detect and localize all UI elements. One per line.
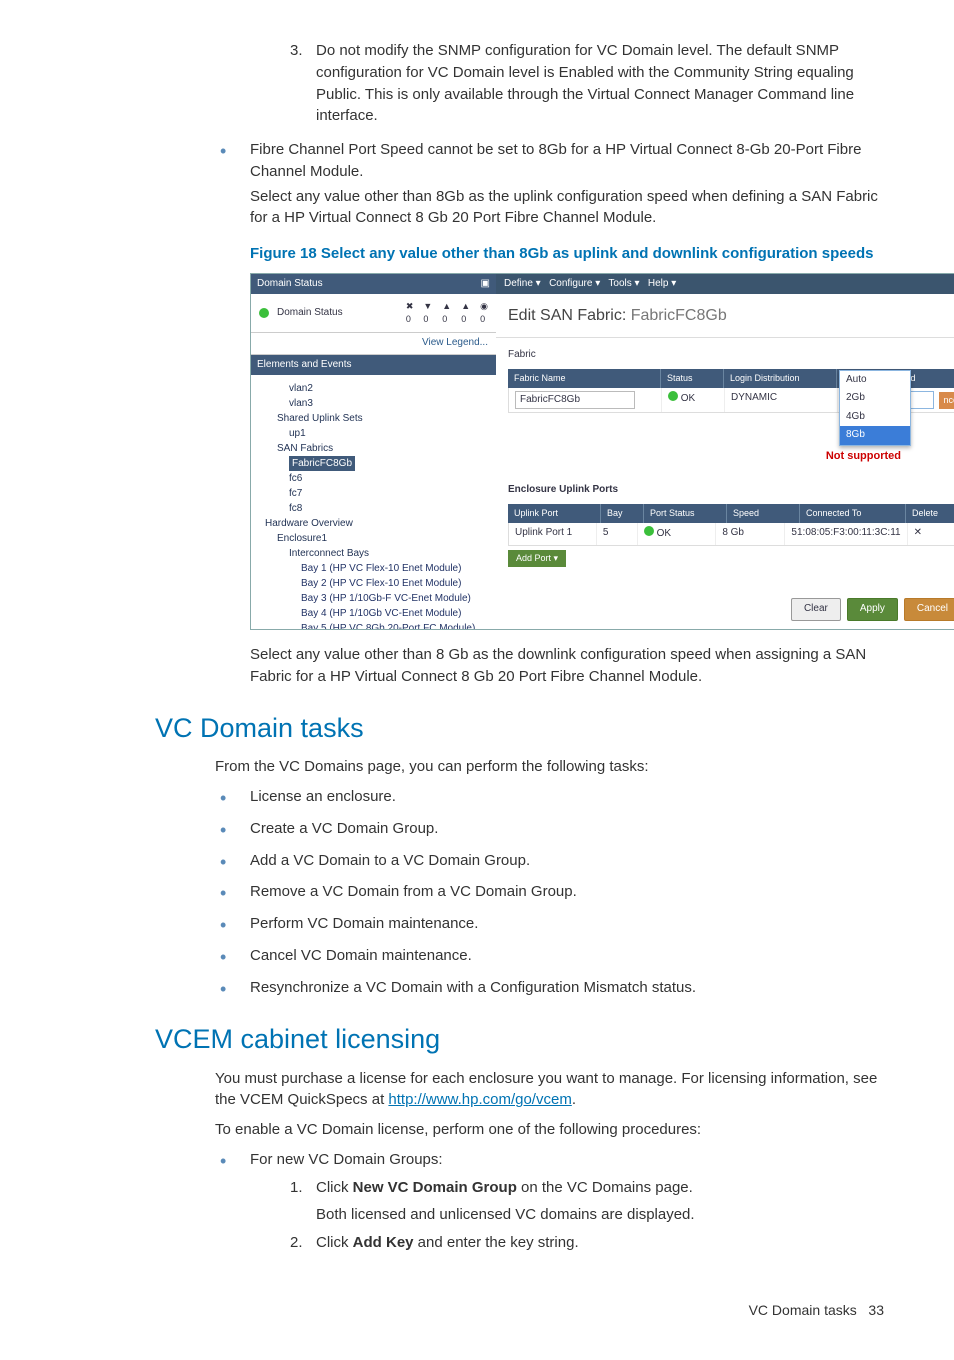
dd-option[interactable]: 2Gb xyxy=(840,389,910,408)
not-supported-label: Not supported xyxy=(826,449,901,465)
paragraph: You must purchase a license for each enc… xyxy=(60,1068,894,1112)
add-port-button[interactable]: Add Port ▾ xyxy=(508,550,566,567)
step-1-note: Both licensed and unlicensed VC domains … xyxy=(290,1204,894,1226)
bullet-text: For new VC Domain Groups: xyxy=(250,1149,894,1171)
bullet-text: Fibre Channel Port Speed cannot be set t… xyxy=(250,139,894,183)
tree-item[interactable]: Bay 5 (HP VC 8Gb 20-Port FC Module) xyxy=(265,621,492,629)
uplink-ports-label: Enclosure Uplink Ports xyxy=(508,483,954,498)
vc-tasks-list: •License an enclosure. •Create a VC Doma… xyxy=(60,786,894,998)
nav-tree: vlan2 vlan3 Shared Uplink Sets up1 SAN F… xyxy=(251,375,496,629)
cancel-button[interactable]: Cancel xyxy=(904,598,954,621)
dd-option[interactable]: 4Gb xyxy=(840,408,910,427)
warn-icon: ▲0 xyxy=(442,300,451,326)
bullet-list: • Fibre Channel Port Speed cannot be set… xyxy=(60,139,894,229)
heading-vc-domain-tasks: VC Domain tasks xyxy=(155,709,894,748)
domain-status-label: Domain Status xyxy=(277,306,343,321)
ordered-list-continuation: 3. Do not modify the SNMP configuration … xyxy=(60,40,894,127)
bullet-item-fc: • Fibre Channel Port Speed cannot be set… xyxy=(220,139,894,229)
tree-item[interactable]: Shared Uplink Sets xyxy=(265,411,492,426)
tree-item[interactable]: Bay 4 (HP 1/10Gb VC-Enet Module) xyxy=(265,606,492,621)
dd-option-highlighted[interactable]: 8Gb xyxy=(840,426,910,445)
item-text: Do not modify the SNMP configuration for… xyxy=(316,40,894,127)
uplink-table-row: Uplink Port 1 5 OK 8 Gb 51:08:05:F3:00:1… xyxy=(508,523,954,546)
paragraph: Select any value other than 8 Gb as the … xyxy=(60,644,894,688)
tree-item[interactable]: fc8 xyxy=(265,501,492,516)
task-item: •Resynchronize a VC Domain with a Config… xyxy=(220,977,894,999)
tree-item[interactable]: Bay 3 (HP 1/10Gb-F VC-Enet Module) xyxy=(265,591,492,606)
top-menu: Define ▾ Configure ▾ Tools ▾ Help ▾ xyxy=(496,274,954,295)
menu-configure[interactable]: Configure ▾ xyxy=(549,278,600,289)
vcem-link[interactable]: http://www.hp.com/go/vcem xyxy=(388,1091,571,1108)
view-legend-link[interactable]: View Legend... xyxy=(251,333,496,355)
bullet-subtext: Select any value other than 8Gb as the u… xyxy=(250,186,894,230)
tree-item[interactable]: fc7 xyxy=(265,486,492,501)
tree-item[interactable]: Enclosure1 xyxy=(265,531,492,546)
task-item: •Perform VC Domain maintenance. xyxy=(220,913,894,935)
tree-item[interactable]: Interconnect Bays xyxy=(265,546,492,561)
figure-caption: Figure 18 Select any value other than 8G… xyxy=(60,243,894,265)
collapse-icon[interactable]: ▣ xyxy=(481,277,490,292)
clear-button[interactable]: Clear xyxy=(791,598,841,621)
tree-item[interactable]: vlan3 xyxy=(265,396,492,411)
tree-item[interactable]: fc6 xyxy=(265,471,492,486)
delete-icon[interactable]: ✕ xyxy=(908,523,954,545)
status-icons: ✖0 ▼0 ▲0 ▲0 ◉0 xyxy=(406,300,488,326)
error-icon: ✖0 xyxy=(406,300,414,326)
filter-icon: ▼0 xyxy=(423,300,432,326)
task-item: •Add a VC Domain to a VC Domain Group. xyxy=(220,850,894,872)
menu-define[interactable]: Define ▾ xyxy=(504,278,541,289)
vcem-bullet-list: • For new VC Domain Groups: 1. Click New… xyxy=(60,1149,894,1260)
speed-dropdown-open[interactable]: Auto 2Gb 4Gb 8Gb xyxy=(839,370,911,446)
page-number: 33 xyxy=(868,1302,884,1318)
tree-item[interactable]: Hardware Overview xyxy=(265,516,492,531)
panel-header: Domain Status▣ xyxy=(251,274,496,295)
fabric-label: Fabric xyxy=(508,348,954,363)
tree-item[interactable]: Bay 1 (HP VC Flex-10 Enet Module) xyxy=(265,561,492,576)
step-2: 2. Click Add Key and enter the key strin… xyxy=(290,1232,894,1254)
menu-help[interactable]: Help ▾ xyxy=(648,278,676,289)
elements-events-header: Elements and Events xyxy=(251,355,496,376)
fabric-name-input[interactable]: FabricFC8Gb xyxy=(515,391,635,410)
tree-item[interactable]: up1 xyxy=(265,426,492,441)
dd-option[interactable]: Auto xyxy=(840,371,910,390)
task-item: •Remove a VC Domain from a VC Domain Gro… xyxy=(220,881,894,903)
paragraph: To enable a VC Domain license, perform o… xyxy=(60,1119,894,1141)
item-number: 3. xyxy=(290,40,316,127)
paragraph: From the VC Domains page, you can perfor… xyxy=(60,756,894,778)
domain-status-row: Domain Status ✖0 ▼0 ▲0 ▲0 ◉0 xyxy=(251,294,496,333)
heading-vcem-licensing: VCEM cabinet licensing xyxy=(155,1020,894,1059)
bullet-item: • For new VC Domain Groups: 1. Click New… xyxy=(220,1149,894,1260)
status-ok-icon xyxy=(644,526,654,536)
menu-tools[interactable]: Tools ▾ xyxy=(608,278,639,289)
task-item: •Create a VC Domain Group. xyxy=(220,818,894,840)
info-icon: ◉0 xyxy=(480,300,488,326)
bullet-dot: • xyxy=(220,139,250,229)
tree-item[interactable]: SAN Fabrics xyxy=(265,441,492,456)
tree-item-selected[interactable]: FabricFC8Gb xyxy=(289,456,355,471)
caution-icon: ▲0 xyxy=(461,300,470,326)
advanced-button[interactable]: nced xyxy=(939,392,954,409)
task-item: •License an enclosure. xyxy=(220,786,894,808)
page-footer: VC Domain tasks 33 xyxy=(60,1270,894,1320)
step-1: 1. Click New VC Domain Group on the VC D… xyxy=(290,1177,894,1199)
embedded-screenshot: Domain Status▣ Domain Status ✖0 ▼0 ▲0 ▲0… xyxy=(250,273,954,630)
task-item: •Cancel VC Domain maintenance. xyxy=(220,945,894,967)
status-ok-icon xyxy=(668,391,678,401)
tree-item[interactable]: Bay 2 (HP VC Flex-10 Enet Module) xyxy=(265,576,492,591)
list-item-3: 3. Do not modify the SNMP configuration … xyxy=(290,40,894,127)
apply-button[interactable]: Apply xyxy=(847,598,898,621)
uplink-table-header: Uplink Port Bay Port Status Speed Connec… xyxy=(508,504,954,523)
tree-item[interactable]: vlan2 xyxy=(265,381,492,396)
status-ok-icon xyxy=(259,308,269,318)
page-title: Edit SAN Fabric: FabricFC8Gb xyxy=(496,294,954,338)
